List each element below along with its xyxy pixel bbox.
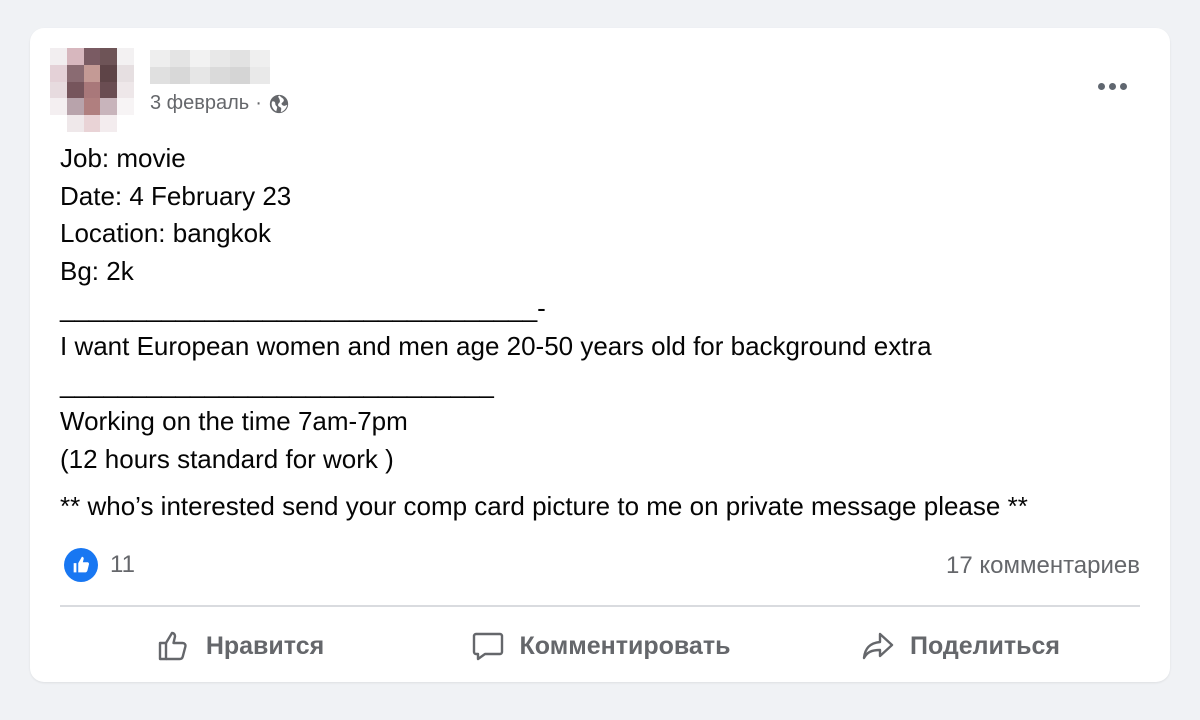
share-button[interactable]: Поделиться (780, 620, 1140, 672)
reactions-summary[interactable]: 11 (64, 548, 135, 582)
like-button[interactable]: Нравится (60, 620, 420, 672)
divider (60, 605, 1140, 607)
post-line: ______________________________ (60, 368, 494, 399)
comments-count-link[interactable]: 17 комментариев (946, 552, 1140, 580)
post-line: I want European women and men age 20-50 … (60, 330, 932, 361)
author-name-redacted[interactable] (150, 50, 270, 84)
post-date[interactable]: 3 февраль (150, 92, 249, 115)
post-line: _________________________________- (60, 293, 546, 324)
like-reaction-icon (64, 548, 98, 582)
like-button-label: Нравится (205, 631, 325, 660)
avatar[interactable] (50, 48, 134, 132)
action-bar: Нравится Комментировать Поделиться (60, 620, 1140, 672)
comment-button-label: Комментировать (519, 631, 731, 660)
share-button-label: Поделиться (909, 631, 1061, 660)
post-meta: 3 февраль · (150, 92, 290, 115)
post-line: Working on the time 7am-7pm (60, 406, 408, 437)
post-line: Date: 4 February 23 (60, 180, 292, 211)
post-body: Job: movie Date: 4 February 23 Location:… (60, 140, 1150, 526)
post-line: Location: bangkok (60, 218, 272, 249)
like-count: 11 (110, 551, 135, 578)
comment-bubble-icon (472, 632, 503, 661)
globe-icon[interactable] (268, 93, 290, 115)
more-options-icon[interactable] (1094, 68, 1130, 104)
post-line: (12 hours standard for work ) (60, 443, 394, 474)
post-card: 3 февраль · Job: movie Date: 4 February … (30, 28, 1170, 682)
comment-button[interactable]: Комментировать (420, 620, 780, 672)
meta-separator: · (255, 92, 262, 114)
post-line: Job: movie (60, 143, 186, 173)
thumbs-up-icon (158, 631, 187, 661)
post-line: Bg: 2k (60, 255, 134, 286)
share-arrow-icon (862, 632, 894, 660)
post-closing-line: ** who’s interested send your comp card … (60, 491, 1028, 522)
